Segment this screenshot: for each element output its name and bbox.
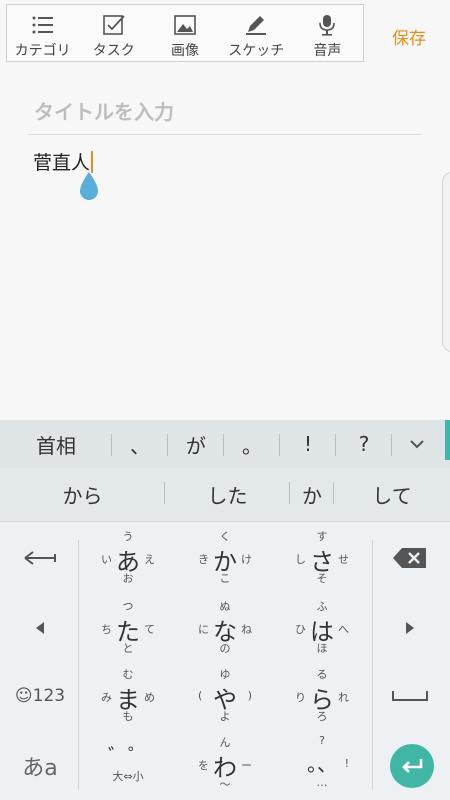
key-sa[interactable]: すし させ そ: [287, 524, 357, 590]
suggestion-item[interactable]: ?: [336, 420, 392, 468]
triangle-left-icon: [36, 622, 44, 634]
suggestion-item[interactable]: 、: [112, 420, 168, 468]
key-wa[interactable]: んを わー 〜: [190, 730, 260, 796]
key-punctuation[interactable]: ? 。、! …: [287, 730, 357, 796]
pen-icon: [246, 16, 267, 35]
suggestion-item[interactable]: !: [280, 420, 336, 468]
suggestion-item[interactable]: した: [165, 468, 290, 521]
save-button[interactable]: 保存: [392, 24, 426, 49]
expand-suggestions-button[interactable]: [392, 420, 442, 468]
space-key[interactable]: [380, 678, 440, 714]
suggestion-item[interactable]: から: [0, 468, 165, 521]
cursor-right-key[interactable]: [380, 610, 440, 646]
key-divider: [372, 540, 373, 790]
enter-button[interactable]: [390, 744, 434, 788]
voice-button[interactable]: 音声: [292, 5, 363, 61]
suggestion-item[interactable]: が: [168, 420, 224, 468]
checkbox-icon: [102, 15, 125, 35]
key-ka[interactable]: くき かけ こ: [190, 524, 260, 590]
image-label: 画像: [171, 43, 199, 59]
triangle-right-icon: [406, 622, 414, 634]
title-input[interactable]: タイトルを入力: [34, 96, 174, 125]
input-mode-key[interactable]: あa: [10, 746, 70, 786]
suggestion-item[interactable]: か: [290, 468, 334, 521]
category-label: カテゴリ: [14, 43, 71, 59]
return-arrow-icon: [402, 759, 423, 773]
prediction-bar-secondary: から した か して: [0, 468, 450, 522]
key-ha[interactable]: ふひ はへ ほ: [287, 594, 357, 660]
suggestion-item[interactable]: 首相: [0, 420, 112, 468]
task-button[interactable]: タスク: [78, 5, 149, 61]
title-divider: [28, 134, 422, 135]
key-ya[interactable]: ゆ( や) よ: [190, 662, 260, 728]
category-button[interactable]: カテゴリ: [7, 5, 78, 61]
scroll-indicator: [445, 420, 450, 460]
key-ra[interactable]: るり られ ろ: [287, 662, 357, 728]
undo-key[interactable]: [10, 540, 70, 576]
space-icon: [392, 691, 428, 701]
key-ma[interactable]: むみ まめ も: [93, 662, 163, 728]
suggestion-item[interactable]: 。: [224, 420, 280, 468]
edge-panel-handle[interactable]: [442, 172, 450, 352]
list-icon: [32, 16, 53, 34]
cursor-left-key[interactable]: [10, 610, 70, 646]
image-button[interactable]: 画像: [149, 5, 220, 61]
task-label: タスク: [92, 43, 135, 59]
chevron-down-icon: [410, 440, 424, 449]
prediction-bar: 首相 、 が 。 ! ?: [0, 420, 450, 468]
voice-label: 音声: [313, 43, 342, 59]
suggestion-item[interactable]: して: [334, 468, 450, 521]
key-divider: [78, 540, 79, 790]
arrow-left-icon: [24, 551, 56, 565]
sketch-label: スケッチ: [228, 43, 285, 59]
key-ta[interactable]: つち たて と: [93, 594, 163, 660]
symbols-key[interactable]: ☺123: [6, 678, 74, 714]
sketch-button[interactable]: スケッチ: [221, 5, 292, 61]
key-na[interactable]: ぬに なね の: [190, 594, 260, 660]
backspace-key[interactable]: [380, 540, 440, 576]
microphone-icon: [319, 15, 336, 36]
key-a[interactable]: うい あえ お: [93, 524, 163, 590]
image-icon: [174, 15, 196, 35]
key-dakuten[interactable]: ゛゜ 大⇔小: [93, 730, 163, 796]
cursor-handle-icon[interactable]: [78, 170, 100, 202]
backspace-icon: [393, 548, 426, 568]
note-toolbar: カテゴリ タスク 画像 スケッチ 音声: [6, 4, 364, 62]
